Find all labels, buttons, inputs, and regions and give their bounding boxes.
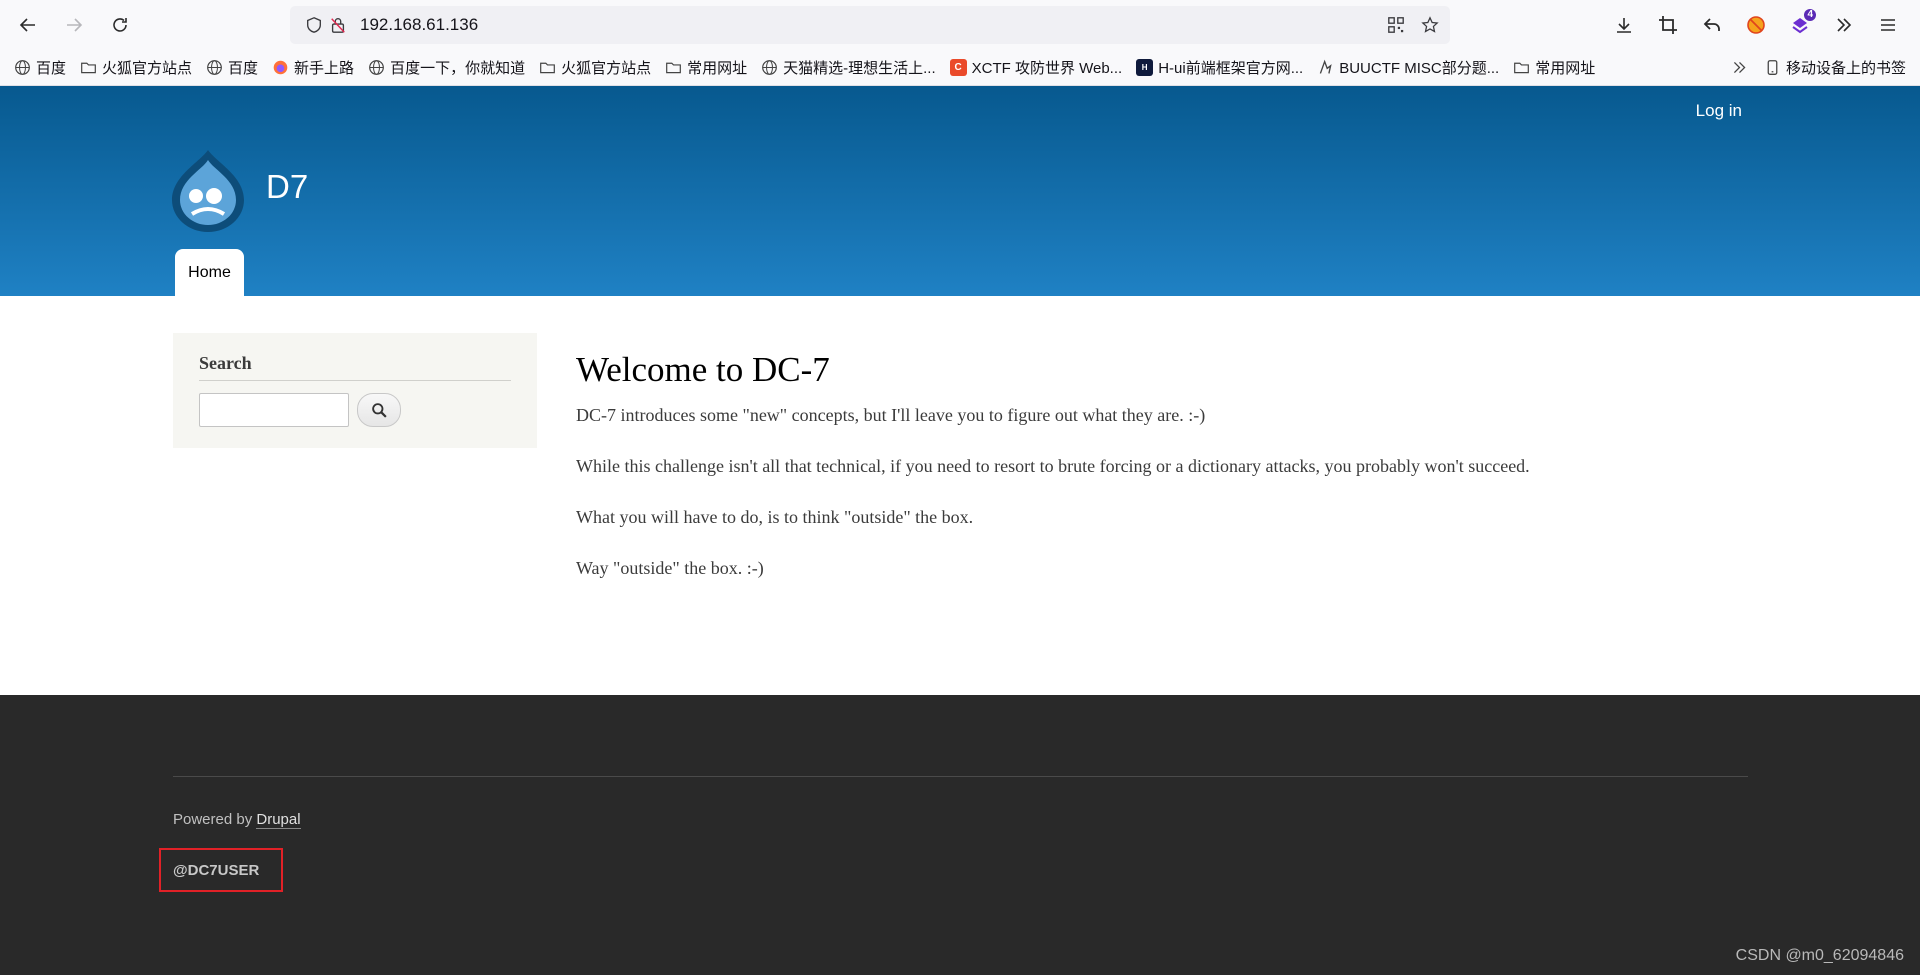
user-handle: @DC7USER [173, 861, 260, 879]
site-name[interactable]: D7 [266, 168, 308, 206]
extension-badge: 4 [1804, 9, 1816, 21]
back-button[interactable] [10, 7, 46, 43]
globe-icon [15, 60, 30, 75]
site-footer: Powered by Drupal @DC7USER [0, 695, 1920, 975]
bookmark-item[interactable]: 常用网址 [665, 57, 747, 78]
tab-home[interactable]: Home [175, 249, 244, 296]
bookmark-item[interactable]: 百度 [14, 57, 66, 78]
insecure-lock-icon[interactable] [326, 13, 350, 37]
download-button[interactable] [1606, 7, 1642, 43]
bookmark-item[interactable]: C XCTF 攻防世界 Web... [949, 57, 1123, 78]
mobile-device-icon [1767, 60, 1778, 75]
shield-icon[interactable] [302, 13, 326, 37]
browser-toolbar: 4 [0, 0, 1920, 50]
bookmark-item[interactable]: 百度 [206, 57, 258, 78]
search-button[interactable] [357, 393, 401, 427]
bookmark-item[interactable]: 百度一下，你就知道 [368, 57, 525, 78]
content-paragraph: While this challenge isn't all that tech… [576, 456, 1530, 476]
double-chevron-icon [1733, 61, 1746, 74]
menu-button[interactable] [1870, 7, 1906, 43]
bookmark-item[interactable]: 天猫精选-理想生活上... [761, 57, 936, 78]
search-input[interactable] [199, 393, 349, 427]
bookmark-item[interactable]: BUUCTF MISC部分题... [1317, 57, 1499, 78]
reload-button[interactable] [102, 7, 138, 43]
folder-icon [666, 62, 681, 74]
xctf-icon: C [949, 59, 967, 76]
bookmark-item[interactable]: 常用网址 [1513, 57, 1595, 78]
bookmark-label: 天猫精选-理想生活上... [783, 60, 936, 77]
drupal-link[interactable]: Drupal [256, 811, 301, 829]
search-block: Search [173, 333, 537, 448]
bookmark-label: 常用网址 [687, 60, 748, 77]
content-paragraph: Way "outside" the box. :-) [576, 558, 764, 578]
user-handle-highlight: @DC7USER [159, 848, 283, 892]
url-input[interactable] [358, 14, 1322, 36]
bookmark-label: H-ui前端框架官方网... [1158, 60, 1304, 77]
bookmark-label: 常用网址 [1535, 60, 1596, 77]
powered-by: Powered by Drupal [173, 811, 301, 829]
bookmark-label: 百度 [228, 60, 259, 77]
footer-divider [173, 776, 1748, 777]
globe-icon [207, 60, 222, 75]
mobile-bookmarks-button[interactable]: 移动设备上的书签 [1764, 57, 1906, 78]
drupal-logo-icon[interactable] [170, 148, 246, 232]
bookmark-item[interactable]: 火狐官方站点 [539, 57, 651, 78]
folder-icon [81, 62, 96, 74]
search-icon [371, 402, 387, 418]
qr-code-icon[interactable] [1384, 13, 1408, 37]
download-icon [1617, 18, 1631, 33]
reload-icon [113, 18, 127, 32]
bookmark-label: 百度一下，你就知道 [390, 60, 526, 77]
forward-button[interactable] [56, 7, 92, 43]
bookmarks-overflow-button[interactable] [1731, 59, 1748, 76]
search-block-title: Search [199, 353, 511, 381]
bookmark-item[interactable]: H H-ui前端框架官方网... [1136, 57, 1303, 78]
folder-icon [1514, 62, 1530, 74]
folder-icon [540, 62, 555, 74]
login-link[interactable]: Log in [1696, 101, 1742, 121]
overflow-button[interactable] [1826, 7, 1862, 43]
content-paragraph: DC-7 introduces some "new" concepts, but… [576, 405, 1206, 425]
bookmark-label: 火狐官方站点 [102, 60, 193, 77]
bookmark-star-icon[interactable] [1418, 13, 1442, 37]
screenshot-button[interactable] [1650, 7, 1686, 43]
firefox-icon [273, 60, 288, 75]
bookmark-label: 新手上路 [294, 60, 355, 77]
undo-button[interactable] [1694, 7, 1730, 43]
arrow-left-icon [19, 18, 35, 32]
globe-icon [369, 60, 384, 75]
bookmark-label: XCTF 攻防世界 Web... [971, 60, 1123, 77]
arrow-right-icon [67, 18, 83, 32]
extension-button[interactable]: 4 [1782, 7, 1818, 43]
bookmark-label: 移动设备上的书签 [1785, 60, 1906, 77]
blocked-icon [1747, 16, 1765, 34]
undo-icon [1703, 18, 1720, 31]
double-chevron-icon [1837, 18, 1852, 32]
hui-icon: H [1136, 59, 1154, 76]
page-title: Welcome to DC-7 [576, 350, 830, 389]
bookmark-item[interactable]: 新手上路 [272, 57, 354, 78]
hamburger-icon [1881, 19, 1895, 31]
powered-by-prefix: Powered by [173, 811, 257, 828]
bookmark-label: BUUCTF MISC部分题... [1339, 60, 1500, 77]
bookmarks-bar: 百度 火狐官方站点 百度 新手上路 百度一下，你就知道 火狐官方站点 常用网址 … [0, 50, 1920, 86]
bookmark-label: 火狐官方站点 [561, 60, 652, 77]
adblock-button[interactable] [1738, 7, 1774, 43]
bookmark-item[interactable]: 火狐官方站点 [80, 57, 192, 78]
crop-icon [1659, 16, 1677, 34]
watermark: CSDN @m0_62094846 [1735, 947, 1904, 964]
content-paragraph: What you will have to do, is to think "o… [576, 507, 974, 527]
bookmark-label: 百度 [36, 60, 67, 77]
buu-icon [1319, 59, 1332, 74]
globe-icon [762, 60, 778, 75]
site-header: Log in D7 Home [0, 86, 1920, 296]
main-content: Welcome to DC-7 DC-7 introduces some "ne… [576, 350, 1776, 608]
url-bar[interactable] [290, 6, 1450, 44]
